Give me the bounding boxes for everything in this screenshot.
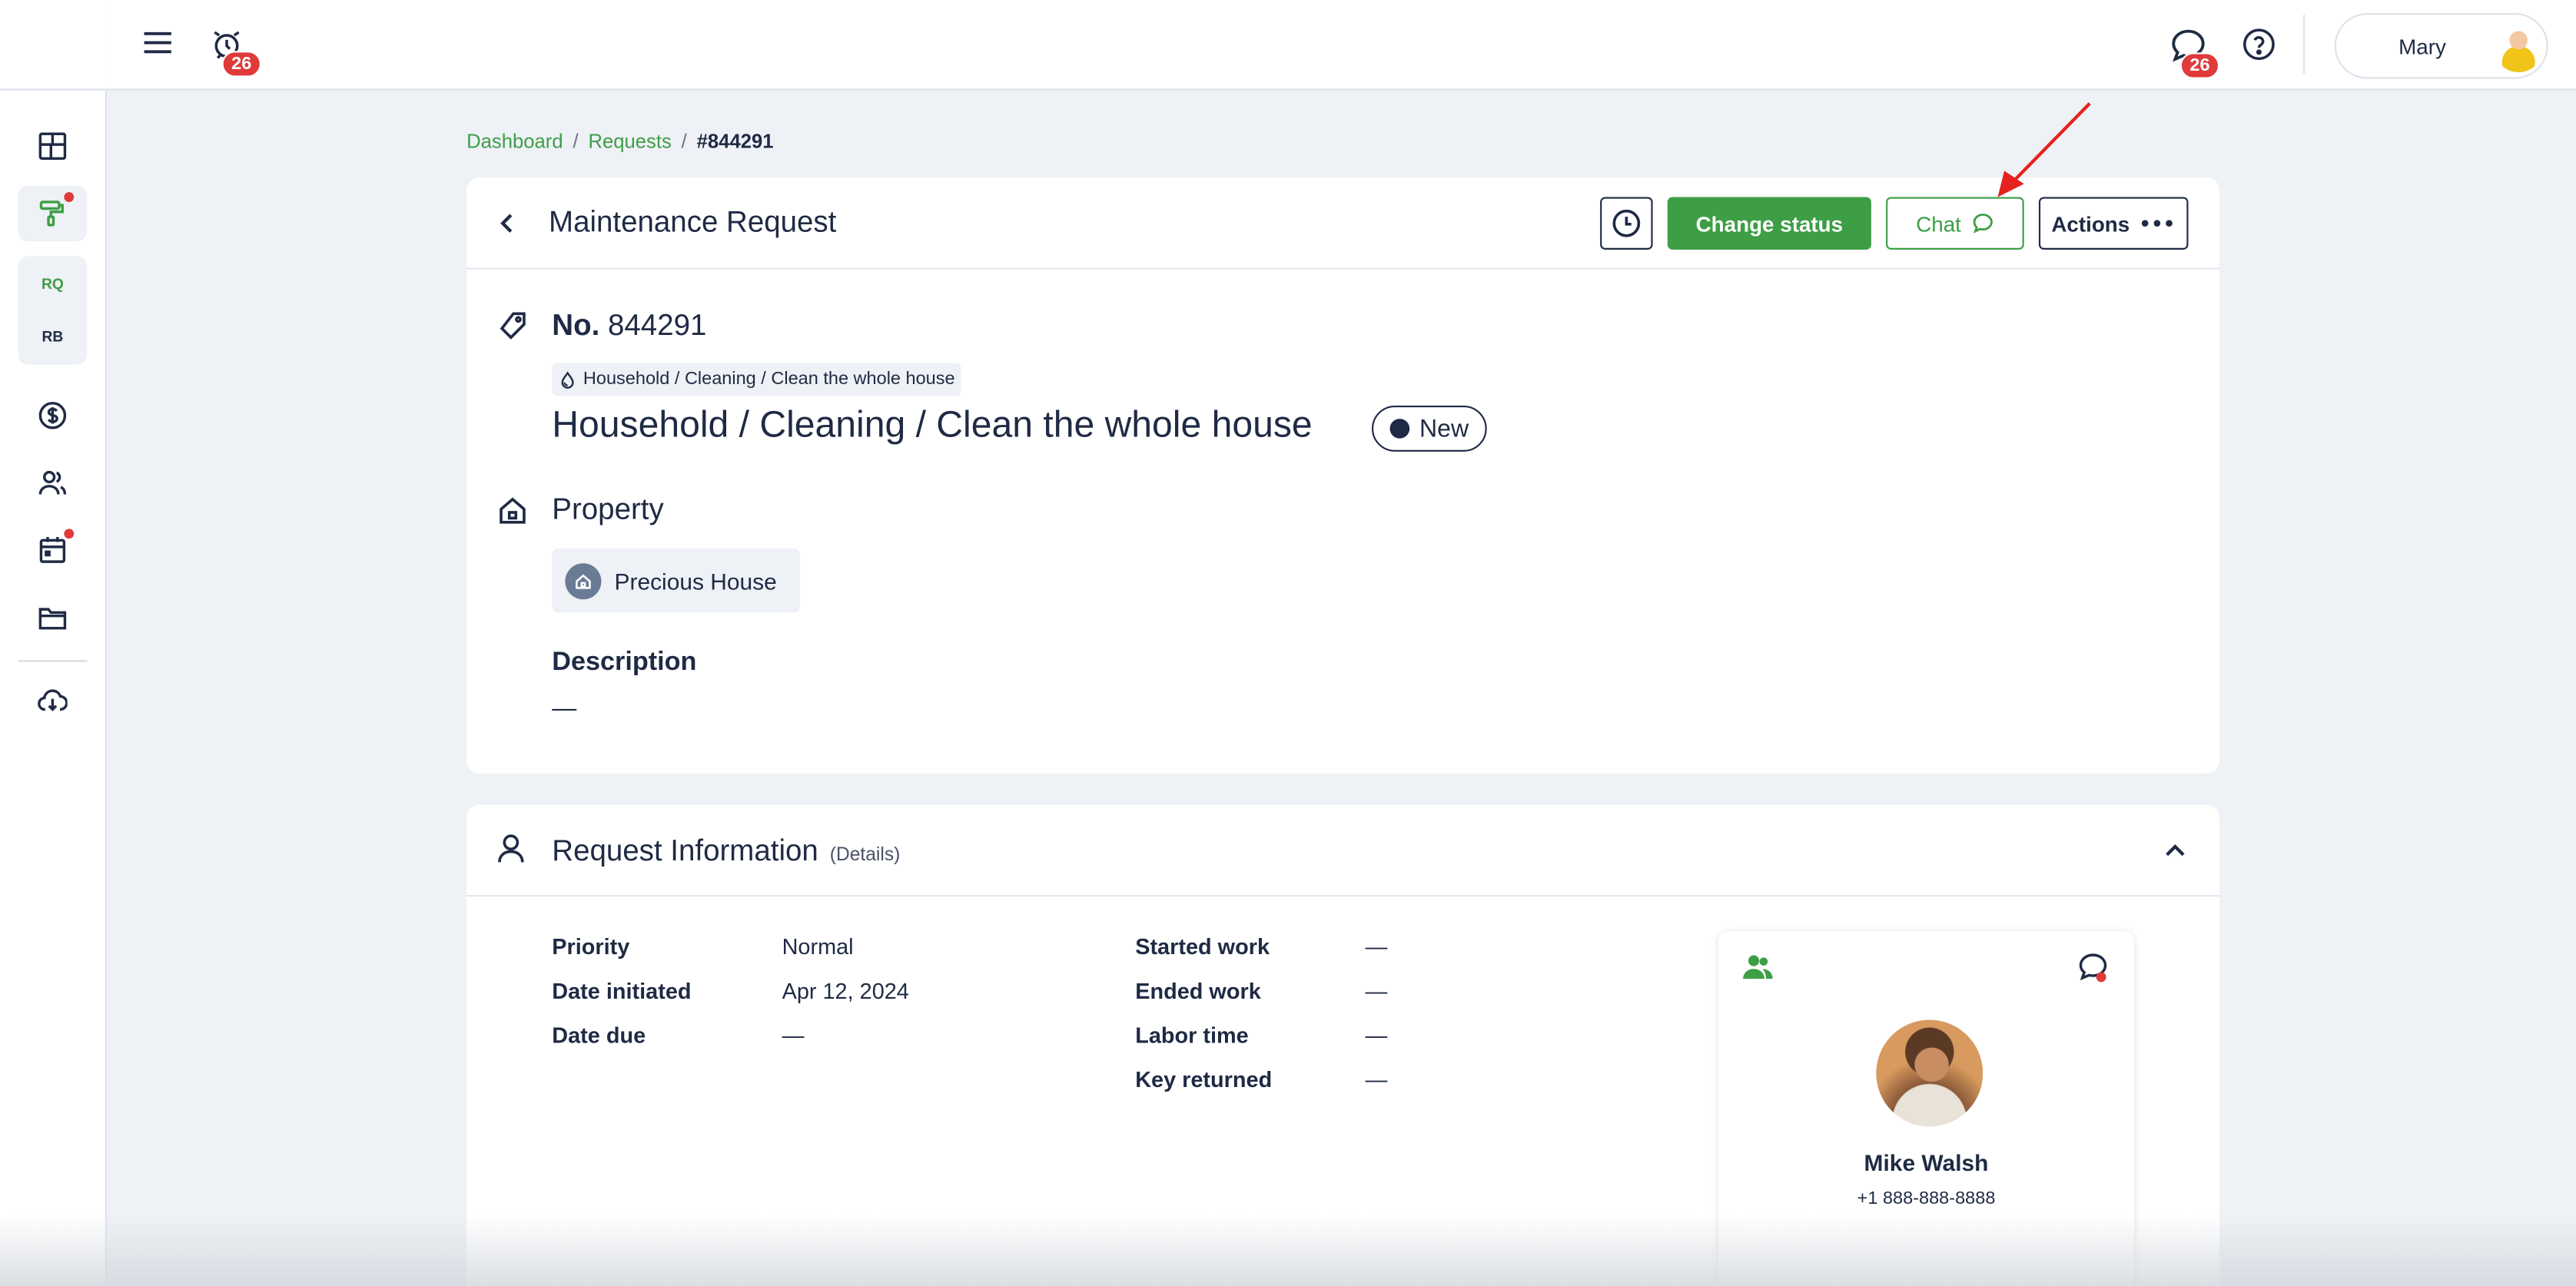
notification-dot <box>64 192 75 202</box>
field-label-priority: Priority <box>552 934 630 960</box>
section-title: Request Information (Details) <box>552 834 900 869</box>
chat-bubble-icon[interactable] <box>2076 951 2110 984</box>
contact-name: Mike Walsh <box>1864 1149 1989 1176</box>
calendar-icon[interactable] <box>18 522 88 578</box>
breadcrumb: Dashboard / Requests / #844291 <box>466 130 773 153</box>
topbar-divider <box>2303 15 2305 75</box>
user-name: Mary <box>2398 34 2446 59</box>
category-chip-text: Household / Cleaning / Clean the whole h… <box>583 369 955 389</box>
field-value-started-work: — <box>1365 934 1388 960</box>
home-icon <box>496 494 529 527</box>
request-card: Maintenance Request Change status Chat A… <box>466 177 2220 774</box>
section-subtitle: (Details) <box>829 845 901 866</box>
clock-icon <box>1612 209 1641 237</box>
property-label: Property <box>552 492 664 526</box>
history-button[interactable] <box>1600 197 1653 250</box>
category-chip: Household / Cleaning / Clean the whole h… <box>552 363 962 396</box>
contact-phone[interactable]: +1 888-888-8888 <box>1718 1189 2134 1209</box>
logo-area <box>0 0 107 91</box>
actions-button-label: Actions <box>2051 210 2130 236</box>
property-chip[interactable]: Precious House <box>552 549 801 613</box>
description-label: Description <box>552 648 697 677</box>
number-value: 844291 <box>608 308 707 342</box>
maintenance-roller-icon[interactable] <box>18 185 88 242</box>
field-label-date-due: Date due <box>552 1023 646 1048</box>
top-bar: 26 26 <box>106 0 2576 91</box>
breadcrumb-dashboard[interactable]: Dashboard <box>466 130 563 153</box>
field-label-key-returned: Key returned <box>1135 1067 1273 1092</box>
section-title-text: Request Information <box>552 834 818 867</box>
sidebar-item-rb[interactable]: RB <box>18 329 88 345</box>
contact-avatar <box>1876 1019 1983 1127</box>
breadcrumb-separator: / <box>681 129 687 153</box>
field-value-priority: Normal <box>782 934 854 960</box>
field-value-key-returned: — <box>1365 1067 1388 1092</box>
hamburger-menu-icon[interactable] <box>138 23 178 62</box>
house-icon <box>565 562 602 599</box>
property-name: Precious House <box>614 567 777 594</box>
user-menu[interactable]: Mary <box>2334 13 2548 79</box>
help-icon[interactable] <box>2239 25 2279 64</box>
field-value-date-initiated: Apr 12, 2024 <box>782 979 909 1004</box>
chat-button-label: Chat <box>1916 210 1961 236</box>
field-value-labor-time: — <box>1365 1023 1388 1048</box>
number-label: No. <box>552 308 600 342</box>
people-icon <box>1741 951 1774 984</box>
field-label-ended-work: Ended work <box>1135 979 1261 1004</box>
field-label-date-initiated: Date initiated <box>552 979 692 1004</box>
breadcrumb-separator: / <box>573 129 579 153</box>
dashboard-icon[interactable] <box>18 118 88 174</box>
description-value: — <box>552 694 577 723</box>
sidebar-item-rq[interactable]: RQ <box>18 276 88 292</box>
notification-dot <box>64 529 75 539</box>
cloud-download-icon[interactable] <box>18 673 88 729</box>
notification-dot <box>2096 972 2106 983</box>
back-arrow-icon[interactable] <box>493 208 522 237</box>
chat-bubble-icon <box>1973 214 1993 234</box>
field-label-labor-time: Labor time <box>1135 1023 1249 1048</box>
people-icon[interactable] <box>18 455 88 511</box>
change-status-button[interactable]: Change status <box>1667 197 1871 250</box>
request-card-header: Maintenance Request Change status Chat A… <box>466 177 2220 270</box>
chat-badge: 26 <box>2179 52 2220 79</box>
status-badge: New <box>1372 406 1487 452</box>
field-value-ended-work: — <box>1365 979 1388 1004</box>
alarm-badge: 26 <box>221 51 261 78</box>
sub-menu-background <box>18 256 88 365</box>
breadcrumb-current: #844291 <box>696 129 774 153</box>
more-dots-icon <box>2142 220 2173 227</box>
sidebar: RQ RB <box>0 0 107 1286</box>
user-avatar <box>2494 22 2544 73</box>
annotation-arrow-icon <box>1997 102 2091 197</box>
status-dot <box>1389 419 1410 439</box>
request-heading: Household / Cleaning / Clean the whole h… <box>552 403 1313 446</box>
tag-icon <box>496 310 529 343</box>
breadcrumb-requests[interactable]: Requests <box>588 130 671 153</box>
request-info-card: Request Information (Details) Priority N… <box>466 804 2220 1286</box>
page-title: Maintenance Request <box>549 205 837 238</box>
contact-card: Mike Walsh +1 888-888-8888 <box>1718 931 2134 1286</box>
status-text: New <box>1419 414 1469 443</box>
chevron-up-icon[interactable] <box>2160 836 2189 865</box>
dollar-icon[interactable] <box>18 388 88 444</box>
folder-icon[interactable] <box>18 589 88 645</box>
field-value-date-due: — <box>782 1023 805 1048</box>
person-icon <box>494 833 527 866</box>
sidebar-divider <box>18 660 88 662</box>
request-number: No. 844291 <box>552 309 706 343</box>
request-info-header[interactable]: Request Information (Details) <box>466 805 2220 897</box>
field-label-started-work: Started work <box>1135 934 1270 960</box>
drop-icon <box>561 370 574 388</box>
